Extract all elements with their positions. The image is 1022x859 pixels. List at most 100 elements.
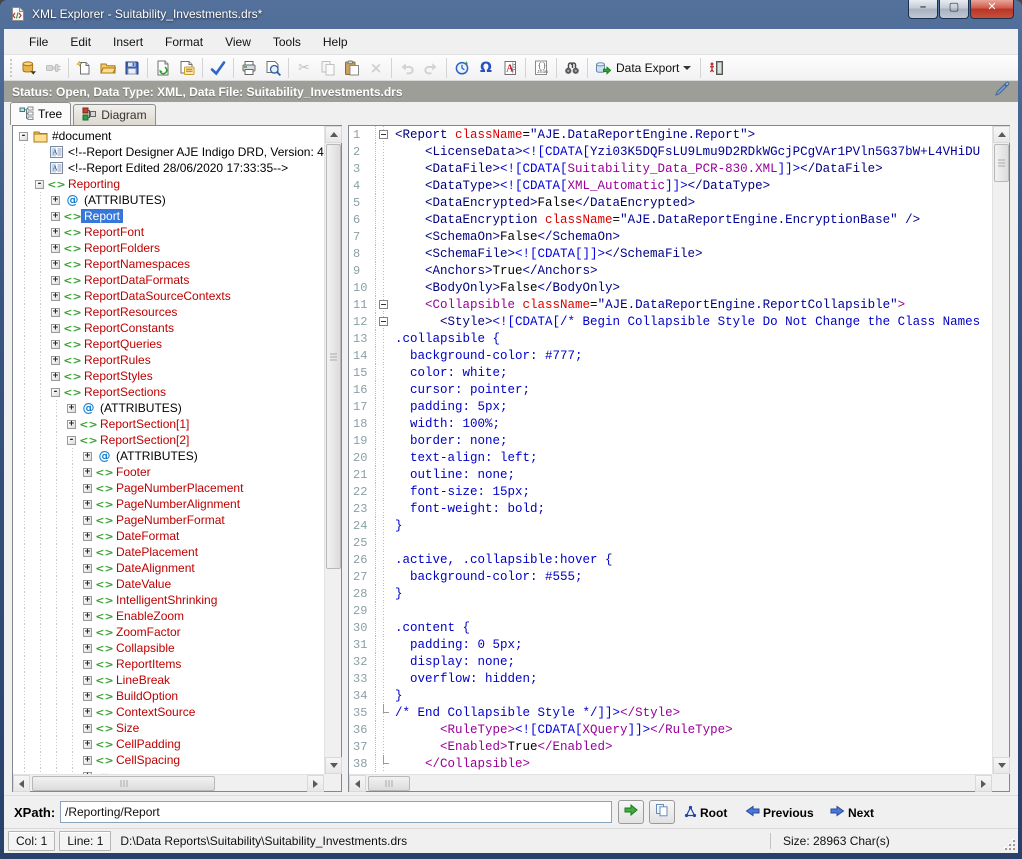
expander-plus-icon[interactable]: + (83, 676, 92, 685)
scroll-left-button[interactable] (13, 775, 30, 792)
tree-item[interactable]: +<>DateValue (17, 576, 324, 592)
tree-hscroll-thumb[interactable] (32, 776, 215, 791)
expander-plus-icon[interactable]: + (83, 724, 92, 733)
undo-button[interactable] (395, 57, 419, 79)
expander-plus-icon[interactable]: + (83, 692, 92, 701)
menu-item-view[interactable]: View (214, 31, 262, 53)
json-button[interactable]: {}JSon (529, 57, 553, 79)
tree-item[interactable]: +<>DatePlacement (17, 544, 324, 560)
tree-item[interactable]: +<>LineBreak (17, 672, 324, 688)
tree-item[interactable]: +<>PageNumberAlignment (17, 496, 324, 512)
code-line[interactable]: 15 color: white; (349, 364, 992, 381)
tree-view[interactable]: -#documentA<!--Report Designer AJE Indig… (13, 126, 324, 774)
scroll-down-button[interactable] (993, 757, 1010, 774)
code-line[interactable]: 13.collapsible { (349, 330, 992, 347)
expander-plus-icon[interactable]: + (83, 756, 92, 765)
connect-button[interactable] (41, 57, 65, 79)
expander-plus-icon[interactable]: + (83, 644, 92, 653)
code-line[interactable]: 20 text-align: left; (349, 449, 992, 466)
scroll-down-button[interactable] (325, 757, 342, 774)
code-line[interactable]: 33 overflow: hidden; (349, 670, 992, 687)
expander-plus-icon[interactable]: + (51, 308, 60, 317)
tree-item[interactable]: A<!--Report Designer AJE Indigo DRD, Ver… (17, 144, 324, 160)
code-line[interactable]: 34} (349, 687, 992, 704)
code-line[interactable]: 2 <LicenseData><![CDATA[Yzi03K5DQFsLU9Lm… (349, 143, 992, 160)
code-line[interactable]: 5 <DataEncrypted>False</DataEncrypted> (349, 194, 992, 211)
tree-item[interactable]: +@(ATTRIBUTES) (17, 192, 324, 208)
expander-plus-icon[interactable]: + (51, 324, 60, 333)
code-line[interactable]: 17 padding: 5px; (349, 398, 992, 415)
expander-plus-icon[interactable]: + (83, 612, 92, 621)
code-line[interactable]: 22 font-size: 15px; (349, 483, 992, 500)
scroll-left-button[interactable] (349, 775, 366, 792)
tree-item[interactable]: +<>CellPadding (17, 736, 324, 752)
fold-collapse-icon[interactable] (379, 317, 388, 326)
expander-plus-icon[interactable]: + (51, 276, 60, 285)
expander-plus-icon[interactable]: + (83, 548, 92, 557)
tree-item[interactable]: +<>IntelligentShrinking (17, 592, 324, 608)
expander-plus-icon[interactable]: + (83, 532, 92, 541)
tree-item[interactable]: +@(ATTRIBUTES) (17, 448, 324, 464)
scroll-up-button[interactable] (993, 126, 1010, 143)
xpath-root-button[interactable]: Root (684, 805, 727, 821)
code-line[interactable]: 21 outline: none; (349, 466, 992, 483)
menu-item-help[interactable]: Help (312, 31, 359, 53)
tree-item[interactable]: +<>ReportQueries (17, 336, 324, 352)
code-horizontal-scrollbar[interactable] (349, 774, 992, 791)
xpath-go-button[interactable] (618, 800, 644, 824)
tree-item[interactable]: +<>ReportStyles (17, 368, 324, 384)
code-line[interactable]: 30.content { (349, 619, 992, 636)
export-database-button[interactable] (17, 57, 41, 79)
tree-item[interactable]: +<>ReportFont (17, 224, 324, 240)
scroll-right-button[interactable] (307, 775, 324, 792)
expander-plus-icon[interactable]: + (83, 660, 92, 669)
expander-plus-icon[interactable]: + (83, 564, 92, 573)
code-line[interactable]: 36 <RuleType><![CDATA[XQuery]]></RuleTyp… (349, 721, 992, 738)
toolbar-grip[interactable] (9, 59, 14, 77)
code-line[interactable]: 27 background-color: #555; (349, 568, 992, 585)
expander-plus-icon[interactable]: + (67, 404, 76, 413)
tree-item[interactable]: +<>ReportResources (17, 304, 324, 320)
code-line[interactable]: 19 border: none; (349, 432, 992, 449)
menu-item-format[interactable]: Format (154, 31, 214, 53)
tree-item[interactable]: +<>BuildOption (17, 688, 324, 704)
tree-item[interactable]: +<>DateAlignment (17, 560, 324, 576)
menu-item-insert[interactable]: Insert (102, 31, 154, 53)
code-line[interactable]: 16 cursor: pointer; (349, 381, 992, 398)
print-preview-button[interactable] (261, 57, 285, 79)
expander-minus-icon[interactable]: - (67, 436, 76, 445)
expander-plus-icon[interactable]: + (83, 468, 92, 477)
tab-tree[interactable]: Tree (10, 102, 71, 125)
fold-collapse-icon[interactable] (379, 130, 388, 139)
tree-item[interactable]: +<>Footer (17, 464, 324, 480)
code-vscroll-thumb[interactable] (994, 144, 1009, 182)
cut-button[interactable]: ✂ (292, 57, 316, 79)
expander-plus-icon[interactable]: + (51, 212, 60, 221)
code-line[interactable]: 10 <BodyOnly>False</BodyOnly> (349, 279, 992, 296)
tree-vertical-scrollbar[interactable] (324, 126, 341, 774)
expander-plus-icon[interactable]: + (51, 372, 60, 381)
validate-button[interactable] (206, 57, 230, 79)
expander-plus-icon[interactable]: + (51, 244, 60, 253)
expander-minus-icon[interactable]: - (51, 388, 60, 397)
fold-collapse-icon[interactable] (379, 300, 388, 309)
tree-item[interactable]: -#document (17, 128, 324, 144)
code-line[interactable]: 1<Report className="AJE.DataReportEngine… (349, 126, 992, 143)
expander-plus-icon[interactable]: + (83, 596, 92, 605)
scroll-up-button[interactable] (325, 126, 342, 143)
expander-plus-icon[interactable]: + (83, 740, 92, 749)
find-button[interactable] (560, 57, 584, 79)
xpath-copy-button[interactable] (649, 800, 675, 824)
menu-item-file[interactable]: File (18, 31, 59, 53)
code-line[interactable]: 18 width: 100%; (349, 415, 992, 432)
menu-item-tools[interactable]: Tools (262, 31, 312, 53)
new-file-button[interactable] (72, 57, 96, 79)
code-line[interactable]: 31 padding: 0 5px; (349, 636, 992, 653)
symbol-button[interactable]: Ω (474, 57, 498, 79)
tree-item[interactable]: -<>Reporting (17, 176, 324, 192)
expander-plus-icon[interactable]: + (83, 484, 92, 493)
paste-button[interactable] (340, 57, 364, 79)
code-vertical-scrollbar[interactable] (992, 126, 1009, 774)
expander-minus-icon[interactable]: - (35, 180, 44, 189)
code-line[interactable]: 4 <DataType><![CDATA[XML_Automatic]]></D… (349, 177, 992, 194)
